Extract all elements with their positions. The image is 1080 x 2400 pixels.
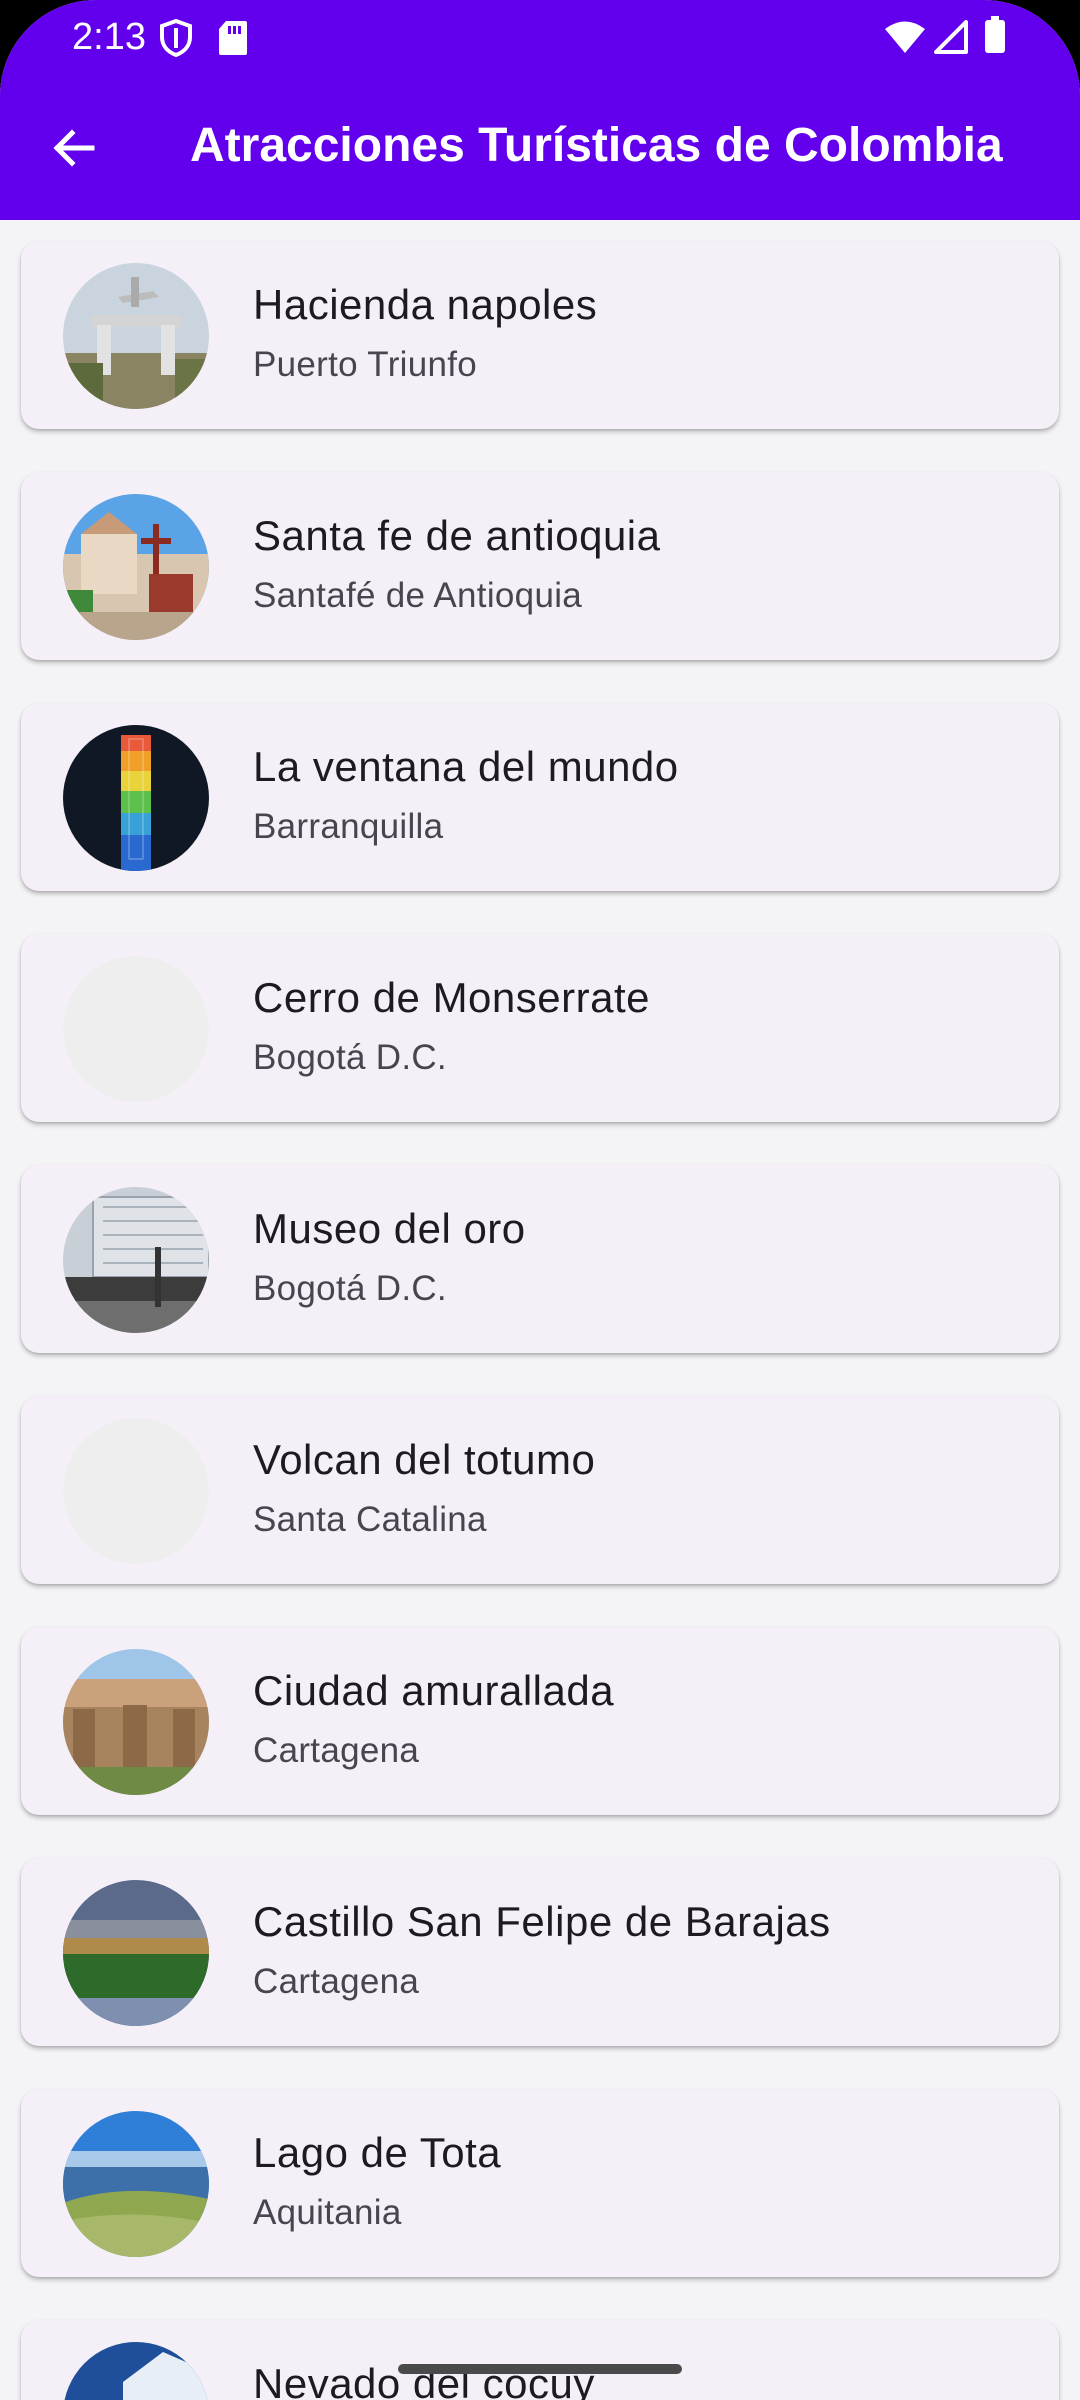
page-title: Atracciones Turísticas de Colombia [190,119,1003,172]
battery-icon [985,16,1005,53]
list-item[interactable]: Museo del oro Bogotá D.C. [21,1165,1059,1353]
wifi-icon [885,21,925,53]
list-item[interactable]: La ventana del mundo Barranquilla [21,703,1059,891]
attraction-name: La ventana del mundo [253,743,679,790]
attraction-location: Santafé de Antioquia [253,576,583,615]
attraction-name: Castillo San Felipe de Barajas [253,1898,831,1945]
list-item[interactable]: Ciudad amurallada Cartagena [21,1627,1059,1815]
list-item[interactable]: Castillo San Felipe de Barajas Cartagena [21,1858,1059,2046]
status-time: 2:13 [72,16,146,58]
attractions-list[interactable]: Hacienda napoles Puerto Triunfo Santa fe [0,220,1080,2400]
top-app-bar: 2:13 Atracciones Turísticas de Colombia [0,0,1080,220]
attraction-name: Museo del oro [253,1205,526,1252]
attraction-thumbnail [63,1649,209,1795]
attraction-thumbnail [63,1187,209,1333]
list-item[interactable]: Lago de Tota Aquitania [21,2089,1059,2277]
attraction-thumbnail-placeholder [63,1418,209,1564]
signal-icon [934,20,968,54]
attraction-location: Bogotá D.C. [253,1038,447,1077]
attraction-thumbnail [63,2342,209,2400]
attraction-location: Bogotá D.C. [253,1269,447,1308]
arrow-back-icon [53,129,95,167]
app-screen: 2:13 Atracciones Turísticas de Colombia … [0,0,1080,2400]
attraction-name: Volcan del totumo [253,1436,596,1483]
status-bar: 2:13 [0,0,1080,72]
sd-card-icon [219,21,247,55]
app-bar: Atracciones Turísticas de Colombia [0,72,1080,220]
attraction-thumbnail [63,263,209,409]
attraction-thumbnail [63,725,209,871]
shield-icon [160,18,192,58]
attraction-thumbnail [63,494,209,640]
attraction-thumbnail [63,1880,209,2026]
list-item[interactable]: Hacienda napoles Puerto Triunfo [21,241,1059,429]
attraction-name: Ciudad amurallada [253,1667,615,1714]
list-item[interactable]: Cerro de Monserrate Bogotá D.C. [21,934,1059,1122]
attraction-location: Santa Catalina [253,1500,487,1539]
list-item[interactable]: Volcan del totumo Santa Catalina [21,1396,1059,1584]
attraction-thumbnail [63,2111,209,2257]
back-button[interactable] [26,112,122,184]
attraction-name: Hacienda napoles [253,281,598,328]
home-indicator[interactable] [398,2364,682,2374]
attraction-location: Cartagena [253,1731,420,1770]
attraction-name: Cerro de Monserrate [253,974,650,1021]
attraction-thumbnail-placeholder [63,956,209,1102]
attraction-location: Barranquilla [253,807,444,846]
attraction-name: Lago de Tota [253,2129,502,2176]
attraction-location: Puerto Triunfo [253,345,478,384]
attraction-name: Santa fe de antioquia [253,512,661,559]
attraction-location: Aquitania [253,2193,402,2232]
list-item[interactable]: Santa fe de antioquia Santafé de Antioqu… [21,472,1059,660]
attraction-location: Cartagena [253,1962,420,2001]
list-item[interactable]: Nevado del cocuy [21,2320,1059,2400]
